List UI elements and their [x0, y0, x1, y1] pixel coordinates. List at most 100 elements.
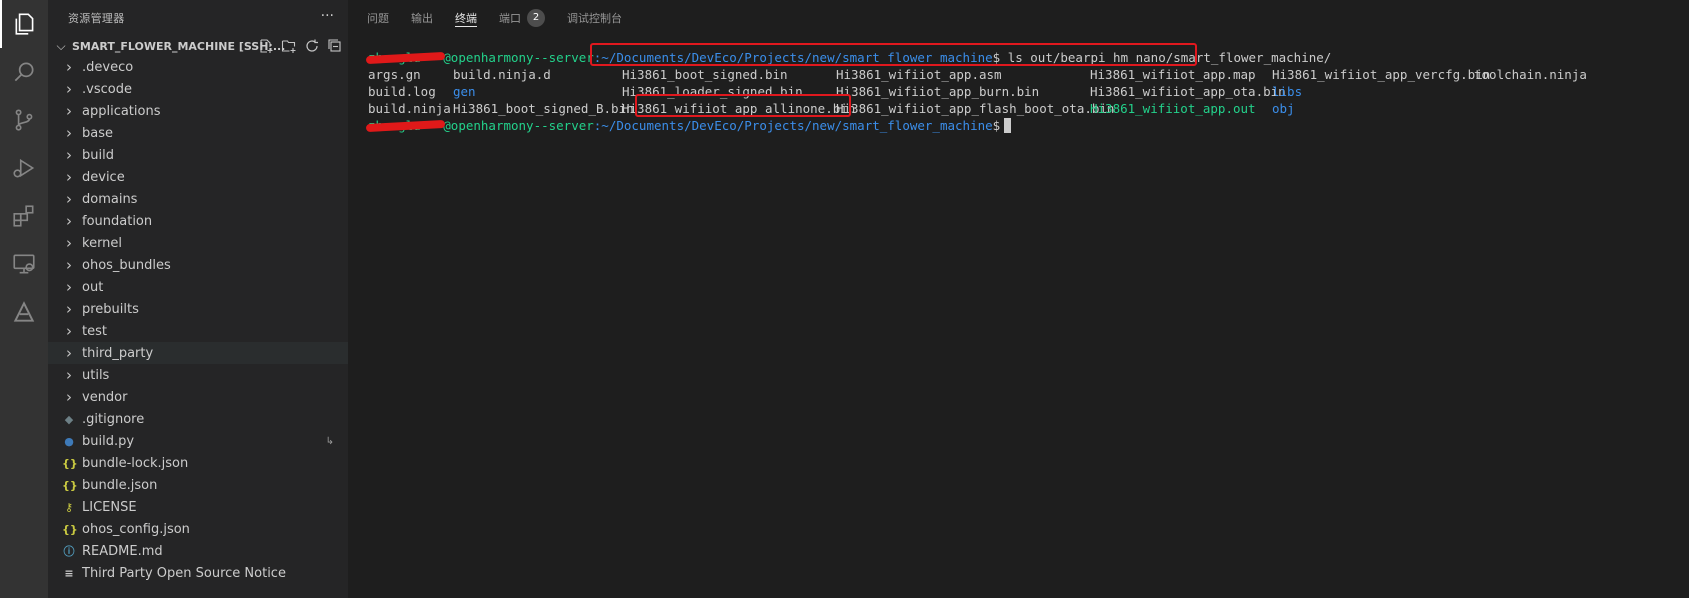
workspace-header[interactable]: ⌵ SMART_FLOWER_MACHINE [SSH:...: [48, 35, 348, 57]
tab-ports-label: 端口: [499, 11, 521, 25]
folder-item[interactable]: › build: [48, 144, 348, 166]
source-control-icon[interactable]: [0, 96, 48, 144]
tree-item-label: prebuilts: [82, 301, 139, 317]
file-item[interactable]: ● build.py ↳: [48, 430, 348, 452]
chevron-right-icon: ›: [66, 300, 72, 318]
folder-item[interactable]: › applications: [48, 100, 348, 122]
tab-debug-console-label: 调试控制台: [567, 11, 622, 25]
chevron-right-icon: ›: [66, 80, 72, 98]
chevron-right-icon: ›: [66, 58, 72, 76]
tab-terminal[interactable]: 终端: [455, 0, 477, 35]
activity-bar: [0, 0, 48, 598]
remote-explorer-icon[interactable]: [0, 240, 48, 288]
chevron-down-icon: ⌵: [56, 38, 66, 53]
terminal-file-entry: Hi3861_wifiiot_app.out: [1090, 101, 1256, 116]
terminal-panel: 问题 输出 终端 端口 2 调试控制台 zhanglu***@openharmon…: [348, 0, 1689, 598]
folder-item[interactable]: › ohos_bundles: [48, 254, 348, 276]
highlight-allinone-box: [635, 94, 851, 117]
terminal-prompt-line: zhanglu***@openharmony--server:~/Documen…: [368, 117, 1678, 134]
terminal-file-entry: Hi3861_wifiiot_app_flash_boot_ota.bin: [836, 101, 1115, 116]
workspace-name: SMART_FLOWER_MACHINE [SSH:...: [72, 39, 286, 53]
terminal-file-entry: Hi3861_boot_signed_B.bin: [453, 101, 634, 116]
chevron-right-icon: ›: [66, 168, 72, 186]
extensions-icon[interactable]: [0, 192, 48, 240]
tree-item-label: bundle.json: [82, 477, 158, 493]
folder-item[interactable]: › vendor: [48, 386, 348, 408]
collapse-all-icon[interactable]: [326, 37, 344, 55]
tab-debug-console[interactable]: 调试控制台: [567, 0, 622, 35]
tab-ports[interactable]: 端口 2: [499, 0, 545, 35]
refresh-icon[interactable]: [303, 37, 321, 55]
terminal-file-entry: args.gn: [368, 67, 421, 82]
terminal-file-entry: build.ninja.d: [453, 67, 551, 82]
folder-item[interactable]: › .deveco: [48, 56, 348, 78]
tree-item-label: ohos_bundles: [82, 257, 171, 273]
terminal-prompt-symbol: $: [992, 118, 1001, 133]
chevron-right-icon: ›: [66, 388, 72, 406]
highlight-command-box: [590, 43, 1197, 66]
terminal-file-entry: toolchain.ninja: [1474, 67, 1587, 82]
chevron-right-icon: ›: [66, 344, 72, 362]
file-item[interactable]: ≡ Third Party Open Source Notice: [48, 562, 348, 584]
tree-item-label: device: [82, 169, 125, 185]
folder-item[interactable]: › foundation: [48, 210, 348, 232]
explorer-title: 资源管理器: [68, 11, 125, 25]
tab-problems-label: 问题: [367, 11, 389, 25]
tree-item-label: LICENSE: [82, 499, 137, 515]
text-icon: ≡: [64, 566, 74, 580]
file-item[interactable]: {} bundle-lock.json: [48, 452, 348, 474]
folder-item[interactable]: › utils: [48, 364, 348, 386]
more-actions-icon[interactable]: ···: [321, 8, 334, 24]
folder-item[interactable]: › out: [48, 276, 348, 298]
folder-item[interactable]: › .vscode: [48, 78, 348, 100]
ports-count-badge: 2: [527, 8, 545, 27]
folder-item[interactable]: › third_party: [48, 342, 348, 364]
file-item[interactable]: ⓘ README.md: [48, 540, 348, 562]
tree-item-label: .vscode: [82, 81, 132, 97]
file-item[interactable]: ◆ .gitignore: [48, 408, 348, 430]
file-tree: › .deveco › .vscode › applications › base › build…: [48, 56, 348, 584]
folder-item[interactable]: › test: [48, 320, 348, 342]
tree-item-label: .gitignore: [82, 411, 145, 427]
new-file-icon[interactable]: [257, 37, 275, 55]
folder-item[interactable]: › base: [48, 122, 348, 144]
chevron-right-icon: ›: [66, 102, 72, 120]
file-item[interactable]: {} bundle.json: [48, 474, 348, 496]
license-icon: ⚷: [64, 500, 74, 514]
terminal-file-entry: build.log: [368, 84, 436, 99]
tree-item-label: utils: [82, 367, 110, 383]
tree-item-label: out: [82, 279, 104, 295]
terminal-file-entry: Hi3861_wifiiot_app.asm: [836, 67, 1002, 82]
modified-indicator-icon: ↳: [325, 435, 334, 447]
tab-terminal-label: 终端: [455, 11, 477, 25]
terminal-file-entry: Hi3861_wifiiot_app_ota.bin: [1090, 84, 1286, 99]
explorer-icon[interactable]: [0, 0, 48, 48]
terminal-file-entry: obj: [1272, 101, 1295, 116]
tree-item-label: Third Party Open Source Notice: [82, 565, 286, 581]
file-item[interactable]: {} ohos_config.json: [48, 518, 348, 540]
run-debug-icon[interactable]: [0, 144, 48, 192]
file-item[interactable]: ⚷ LICENSE: [48, 496, 348, 518]
info-icon: ⓘ: [63, 545, 75, 558]
terminal-listing-row: build.ninja Hi3861_boot_signed_B.bin Hi386…: [368, 100, 1678, 117]
terminal-file-entry: build.ninja: [368, 101, 451, 116]
folder-item[interactable]: › domains: [48, 188, 348, 210]
folder-item[interactable]: › kernel: [48, 232, 348, 254]
terminal-host: @openharmony--server: [443, 118, 594, 133]
tree-item-label: applications: [82, 103, 161, 119]
tree-item-label: .deveco: [82, 59, 134, 75]
new-folder-icon[interactable]: [280, 37, 298, 55]
deveco-icon[interactable]: [0, 288, 48, 336]
chevron-right-icon: ›: [66, 278, 72, 296]
folder-item[interactable]: › device: [48, 166, 348, 188]
terminal-file-entry: Hi3861_wifiiot_app_vercfg.bin: [1272, 67, 1491, 82]
tree-item-label: ohos_config.json: [82, 521, 190, 537]
json-icon: {}: [62, 456, 78, 470]
tree-item-label: domains: [82, 191, 138, 207]
tab-problems[interactable]: 问题: [367, 0, 389, 35]
terminal-listing-row: args.gn build.ninja.d Hi3861_boot_signed.b…: [368, 66, 1678, 83]
search-icon[interactable]: [0, 48, 48, 96]
folder-item[interactable]: › prebuilts: [48, 298, 348, 320]
chevron-right-icon: ›: [66, 322, 72, 340]
tab-output[interactable]: 输出: [411, 0, 433, 35]
